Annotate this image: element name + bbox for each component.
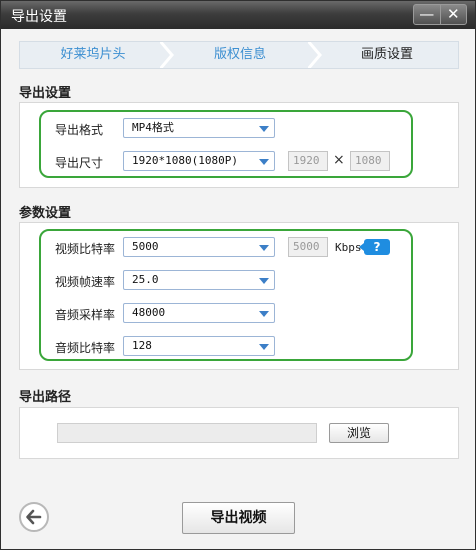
audio-sample-rate-label: 音频采样率 <box>55 308 116 322</box>
step-quality-settings[interactable]: 画质设置 <box>314 42 458 68</box>
video-bitrate-value: 5000 <box>132 240 159 253</box>
window-title: 导出设置 <box>11 9 67 25</box>
chevron-down-icon <box>259 126 269 132</box>
audio-bitrate-value: 128 <box>132 339 152 352</box>
output-path-input[interactable] <box>57 423 317 443</box>
minimize-icon[interactable]: — <box>414 5 440 24</box>
title-bar[interactable]: 导出设置 — ✕ <box>1 1 475 29</box>
step-copyright-info[interactable]: 版权信息 <box>166 42 314 68</box>
export-size-select[interactable]: 1920*1080(1080P) <box>123 151 275 171</box>
chevron-down-icon <box>259 278 269 284</box>
frame-rate-label: 视频帧速率 <box>55 275 116 289</box>
audio-bitrate-select[interactable]: 128 <box>123 336 275 356</box>
export-format-select[interactable]: MP4格式 <box>123 118 275 138</box>
video-bitrate-select[interactable]: 5000 <box>123 237 275 257</box>
step-breadcrumb: 好莱坞片头 版权信息 画质设置 <box>19 41 459 69</box>
chevron-down-icon <box>259 159 269 165</box>
export-format-value: MP4格式 <box>132 121 174 134</box>
close-icon[interactable]: ✕ <box>439 5 467 24</box>
output-path-heading: 导出路径 <box>19 390 72 405</box>
chevron-down-icon <box>259 245 269 251</box>
export-format-label: 导出格式 <box>55 123 104 137</box>
help-icon[interactable]: ? <box>359 239 390 255</box>
export-size-label: 导出尺寸 <box>55 156 104 170</box>
export-settings-window: 导出设置 — ✕ 好莱坞片头 版权信息 画质设置 导出设置 导出格式 MP4格式… <box>0 0 476 550</box>
export-video-button[interactable]: 导出视频 <box>182 502 295 534</box>
chevron-down-icon <box>259 344 269 350</box>
export-size-value: 1920*1080(1080P) <box>132 154 238 167</box>
audio-sample-rate-select[interactable]: 48000 <box>123 303 275 323</box>
export-height-input[interactable]: 1080 <box>350 151 390 171</box>
back-arrow-icon <box>26 509 42 525</box>
params-heading: 参数设置 <box>19 206 72 221</box>
browse-button[interactable]: 浏览 <box>329 423 389 443</box>
chevron-down-icon <box>259 311 269 317</box>
video-bitrate-label: 视频比特率 <box>55 242 116 256</box>
back-button[interactable] <box>19 502 49 532</box>
video-bitrate-custom-input[interactable]: 5000 <box>288 237 328 257</box>
window-controls: — ✕ <box>413 4 467 25</box>
audio-sample-rate-value: 48000 <box>132 306 166 319</box>
frame-rate-select[interactable]: 25.0 <box>123 270 275 290</box>
audio-bitrate-label: 音频比特率 <box>55 341 116 355</box>
export-width-input[interactable]: 1920 <box>288 151 328 171</box>
bitrate-unit: Kbps <box>335 241 362 254</box>
export-settings-heading: 导出设置 <box>19 86 72 101</box>
frame-rate-value: 25.0 <box>132 273 159 286</box>
step-hollywood-intro[interactable]: 好莱坞片头 <box>20 42 166 68</box>
times-icon: × <box>333 152 345 168</box>
